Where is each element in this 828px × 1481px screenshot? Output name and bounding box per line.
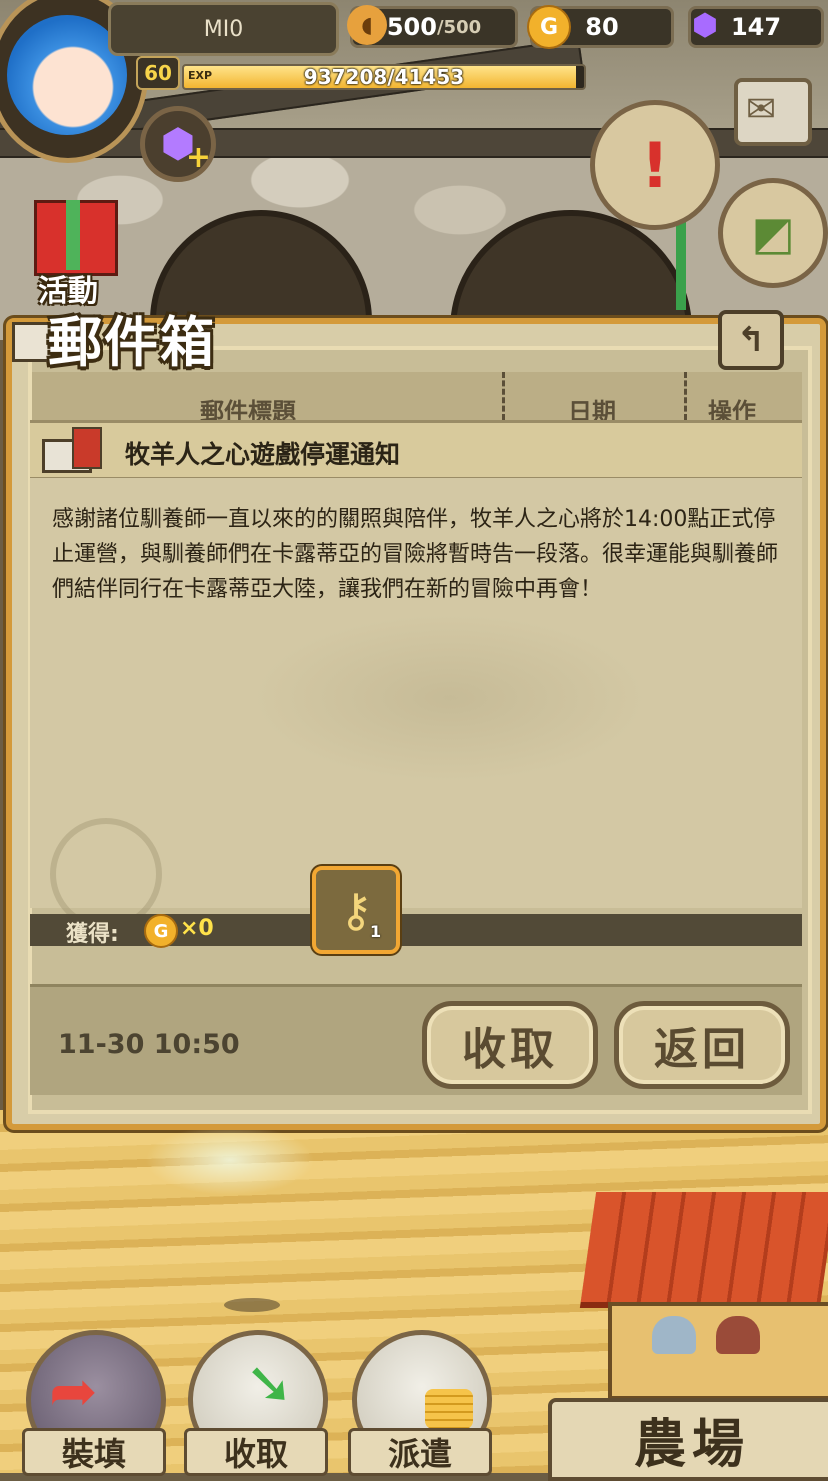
column-divider — [502, 372, 505, 420]
bread-icon: ◖ — [347, 5, 387, 45]
bread-current: 500 — [386, 13, 437, 41]
farm-barn[interactable] — [579, 1192, 828, 1400]
buy-gem-button[interactable]: ⬢ + — [140, 106, 216, 182]
mail-body: 感謝諸位馴養師一直以來的的關照與陪伴，牧羊人之心將於14:00點正式停止運營，與… — [52, 507, 779, 602]
bread-max: /500 — [436, 16, 482, 38]
gem-amount: 147 — [730, 13, 782, 41]
green-arrow-icon: ➘ — [245, 1349, 294, 1417]
gold-counter[interactable]: G 80 — [527, 5, 674, 49]
farm-button[interactable]: 農場 — [548, 1398, 828, 1481]
level-badge: 60 — [136, 56, 180, 90]
barn-stall — [608, 1302, 828, 1400]
gold-amount: 80 — [585, 13, 619, 41]
gift-ribbon — [66, 200, 80, 270]
reward-bar: 獲得: G ×0 — [30, 914, 802, 948]
backpack-icon: ◩ — [751, 206, 795, 260]
coin-stack-icon — [425, 1389, 473, 1429]
mail-column-header: 郵件標題 日期 操作 — [32, 372, 802, 426]
exp-value: 937208/41453 — [303, 65, 465, 89]
barn-roof — [579, 1192, 828, 1308]
mail-body-area: 感謝諸位馴養師一直以來的的關照與陪伴，牧羊人之心將於14:00點正式停止運營，與… — [30, 478, 802, 930]
mailbox-title: 郵件箱 — [48, 311, 216, 374]
exp-bar: EXP 937208/41453 — [182, 64, 586, 90]
reward-item-slot[interactable]: ⚷ — [312, 866, 400, 954]
plus-icon: + — [185, 140, 211, 175]
gold-coin-icon: G — [144, 914, 178, 948]
equip-label[interactable]: 裝填 — [22, 1428, 166, 1476]
quest-scroll-button[interactable]: ! — [590, 100, 720, 230]
gift-envelope-icon — [42, 427, 102, 473]
reward-item-count: 1 — [370, 922, 382, 941]
fairy-creature — [110, 1130, 350, 1230]
mail-footer: 11-30 10:50 收取 返回 — [30, 984, 802, 1095]
envelope-icon: ✉ — [746, 89, 777, 130]
purple-gem-icon: ⬢ — [691, 7, 719, 43]
horse-icon — [716, 1316, 760, 1354]
mail-subject: 牧羊人之心遊戲停運通知 — [125, 440, 401, 469]
exclamation-scroll-icon: ! — [640, 128, 670, 202]
ground-shadow — [224, 1298, 280, 1312]
back-arrow-button[interactable]: ↰ — [718, 310, 784, 370]
red-arrow-icon: ➦ — [49, 1357, 98, 1425]
horse-icon — [652, 1316, 696, 1354]
mail-date: 11-30 10:50 — [58, 1029, 240, 1060]
reward-amount: ×0 — [180, 916, 214, 941]
collect-button[interactable]: 收取 — [422, 1001, 598, 1089]
golden-key-icon: ⚷ — [339, 883, 373, 937]
return-button[interactable]: 返回 — [614, 1001, 790, 1089]
back-arrow-icon: ↰ — [736, 320, 766, 360]
column-divider — [684, 372, 687, 420]
gem-counter[interactable]: ⬢ 147 — [688, 6, 824, 48]
gold-coin-icon: G — [527, 5, 571, 49]
reward-label: 獲得: — [66, 922, 119, 947]
mail-subject-row[interactable]: 牧羊人之心遊戲停運通知 — [30, 420, 802, 480]
dispatch-label[interactable]: 派遣 — [348, 1428, 492, 1476]
collect-label[interactable]: 收取 — [184, 1428, 328, 1476]
mail-button[interactable]: ✉ — [734, 78, 812, 146]
backpack-button[interactable]: ◩ — [718, 178, 828, 288]
bread-stamina[interactable]: ◖ 500 /500 — [347, 5, 518, 48]
player-name: MI0 — [108, 2, 339, 56]
